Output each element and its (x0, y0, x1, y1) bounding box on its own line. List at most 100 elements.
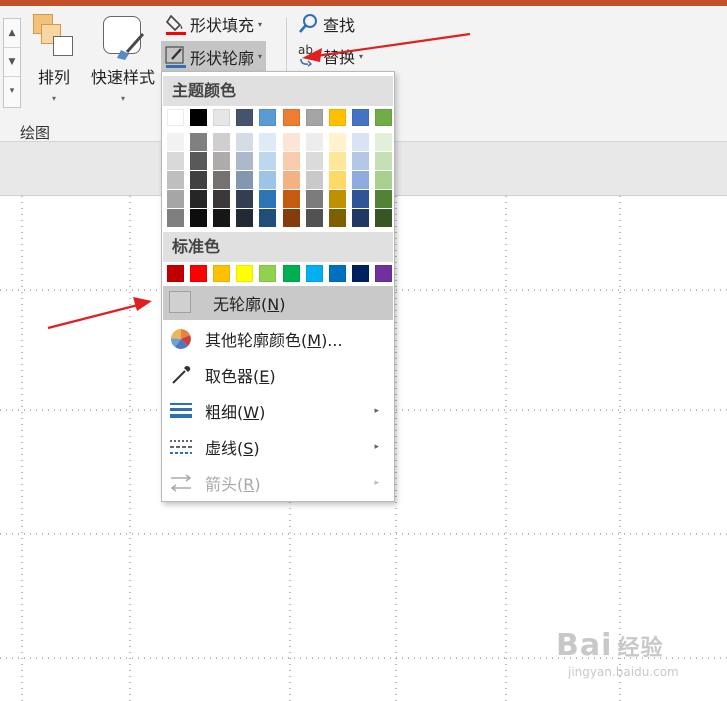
theme-shade-swatch[interactable] (374, 133, 392, 151)
standard-color-swatch[interactable] (259, 265, 277, 282)
shape-outline-button[interactable]: 形状轮廓 ▾ (161, 41, 267, 72)
theme-shade-swatch[interactable] (328, 152, 346, 170)
standard-color-swatch[interactable] (190, 265, 208, 282)
theme-shade-swatch[interactable] (213, 171, 231, 189)
theme-shade-swatch[interactable] (236, 152, 254, 170)
theme-shade-swatch[interactable] (282, 133, 300, 151)
theme-shade-swatch[interactable] (305, 209, 323, 227)
standard-color-swatch[interactable] (167, 265, 184, 282)
baidu-watermark: Bai 经验 jingyan.baidu.com (556, 628, 721, 690)
quick-styles-icon (101, 14, 145, 60)
theme-shade-swatch[interactable] (259, 171, 277, 189)
replace-button[interactable]: ab 替换 ▾ (294, 43, 367, 69)
theme-shade-swatch[interactable] (259, 133, 277, 151)
theme-color-swatch[interactable] (282, 109, 300, 126)
theme-shade-swatch[interactable] (236, 190, 254, 208)
theme-shade-swatch[interactable] (190, 152, 208, 170)
arrange-icon (33, 14, 75, 58)
standard-color-swatch[interactable] (374, 265, 392, 282)
color-wheel-icon (169, 327, 193, 351)
theme-shade-swatch[interactable] (374, 209, 392, 227)
theme-shade-swatch[interactable] (213, 190, 231, 208)
theme-shade-swatch[interactable] (236, 133, 254, 151)
theme-color-swatch[interactable] (351, 109, 369, 126)
shape-outline-caret: ▾ (258, 52, 263, 61)
menu-item-color-wheel[interactable]: 其他轮廓颜色(M)... (163, 322, 393, 356)
theme-color-swatch[interactable] (213, 109, 231, 126)
menu-item-line-weight[interactable]: 粗细(W) ▸ (163, 394, 393, 428)
gallery-more[interactable]: ▾ (4, 77, 20, 106)
menu-item-label: 无轮廓(N) (213, 295, 286, 314)
standard-colors-header: 标准色 (163, 232, 393, 262)
menu-item-eyedropper[interactable]: 取色器(E) (163, 358, 393, 392)
theme-shade-swatch[interactable] (305, 171, 323, 189)
watermark-brand-cn: 经验 (617, 636, 664, 661)
watermark-site: jingyan.baidu.com (568, 665, 679, 679)
gallery-scroll-up[interactable]: ▲ (4, 19, 20, 48)
menu-item-dash-line[interactable]: 虚线(S) ▸ (163, 430, 393, 464)
standard-color-swatch[interactable] (236, 265, 254, 282)
theme-shade-swatch[interactable] (328, 133, 346, 151)
theme-color-swatch[interactable] (328, 109, 346, 126)
theme-shade-swatch[interactable] (167, 190, 184, 208)
theme-shade-swatch[interactable] (374, 171, 392, 189)
theme-shade-swatch[interactable] (259, 190, 277, 208)
replace-label: 替换 (323, 48, 356, 67)
theme-color-swatch[interactable] (190, 109, 208, 126)
theme-shade-swatch[interactable] (305, 133, 323, 151)
theme-shade-swatch[interactable] (282, 190, 300, 208)
theme-shade-swatch[interactable] (351, 209, 369, 227)
standard-color-swatch[interactable] (213, 265, 231, 282)
theme-shade-swatch[interactable] (305, 190, 323, 208)
theme-shade-swatch[interactable] (167, 171, 184, 189)
theme-shade-swatch[interactable] (328, 171, 346, 189)
theme-shade-swatch[interactable] (190, 171, 208, 189)
arrange-button[interactable]: 排列 ▾ (28, 14, 80, 103)
theme-shade-swatch[interactable] (167, 133, 184, 151)
theme-shade-swatch[interactable] (328, 209, 346, 227)
theme-color-swatch[interactable] (305, 109, 323, 126)
menu-item-no-outline[interactable]: 无轮廓(N) (163, 286, 393, 320)
paint-bucket-icon (165, 13, 187, 35)
theme-shade-swatch[interactable] (259, 152, 277, 170)
submenu-arrow-icon: ▸ (374, 478, 379, 488)
theme-shade-swatch[interactable] (190, 190, 208, 208)
menu-item-label: 粗细(W) (205, 403, 266, 422)
theme-color-swatch[interactable] (259, 109, 277, 126)
shape-fill-button[interactable]: 形状填充 ▾ (161, 11, 266, 37)
standard-color-swatch[interactable] (282, 265, 300, 282)
standard-color-swatch[interactable] (328, 265, 346, 282)
theme-shade-swatch[interactable] (351, 171, 369, 189)
theme-shade-swatch[interactable] (259, 209, 277, 227)
theme-color-swatch[interactable] (167, 109, 184, 126)
theme-shade-swatch[interactable] (167, 152, 184, 170)
theme-shade-swatch[interactable] (190, 209, 208, 227)
theme-shade-swatch[interactable] (374, 190, 392, 208)
find-button[interactable]: 查找 (294, 11, 359, 37)
shape-gallery-scroller[interactable]: ▲ ▼ ▾ (3, 18, 21, 108)
theme-shade-swatch[interactable] (282, 171, 300, 189)
arrange-caret: ▾ (51, 94, 56, 103)
theme-shade-swatch[interactable] (190, 133, 208, 151)
theme-shade-swatch[interactable] (351, 133, 369, 151)
theme-shade-swatch[interactable] (213, 209, 231, 227)
theme-shade-swatch[interactable] (213, 152, 231, 170)
gallery-scroll-down[interactable]: ▼ (4, 48, 20, 77)
shape-fill-caret: ▾ (258, 19, 263, 29)
standard-color-swatch[interactable] (305, 265, 323, 282)
theme-shade-swatch[interactable] (374, 152, 392, 170)
theme-shade-swatch[interactable] (236, 171, 254, 189)
theme-color-swatch[interactable] (236, 109, 254, 126)
theme-shade-swatch[interactable] (213, 133, 231, 151)
theme-shade-swatch[interactable] (236, 209, 254, 227)
quick-styles-button[interactable]: 快速样式 ▾ (84, 14, 162, 103)
theme-shade-swatch[interactable] (328, 190, 346, 208)
theme-shade-swatch[interactable] (351, 152, 369, 170)
theme-color-swatch[interactable] (374, 109, 392, 126)
theme-shade-swatch[interactable] (305, 152, 323, 170)
standard-color-swatch[interactable] (351, 265, 369, 282)
theme-shade-swatch[interactable] (282, 209, 300, 227)
theme-shade-swatch[interactable] (282, 152, 300, 170)
theme-shade-swatch[interactable] (167, 209, 184, 227)
theme-shade-swatch[interactable] (351, 190, 369, 208)
